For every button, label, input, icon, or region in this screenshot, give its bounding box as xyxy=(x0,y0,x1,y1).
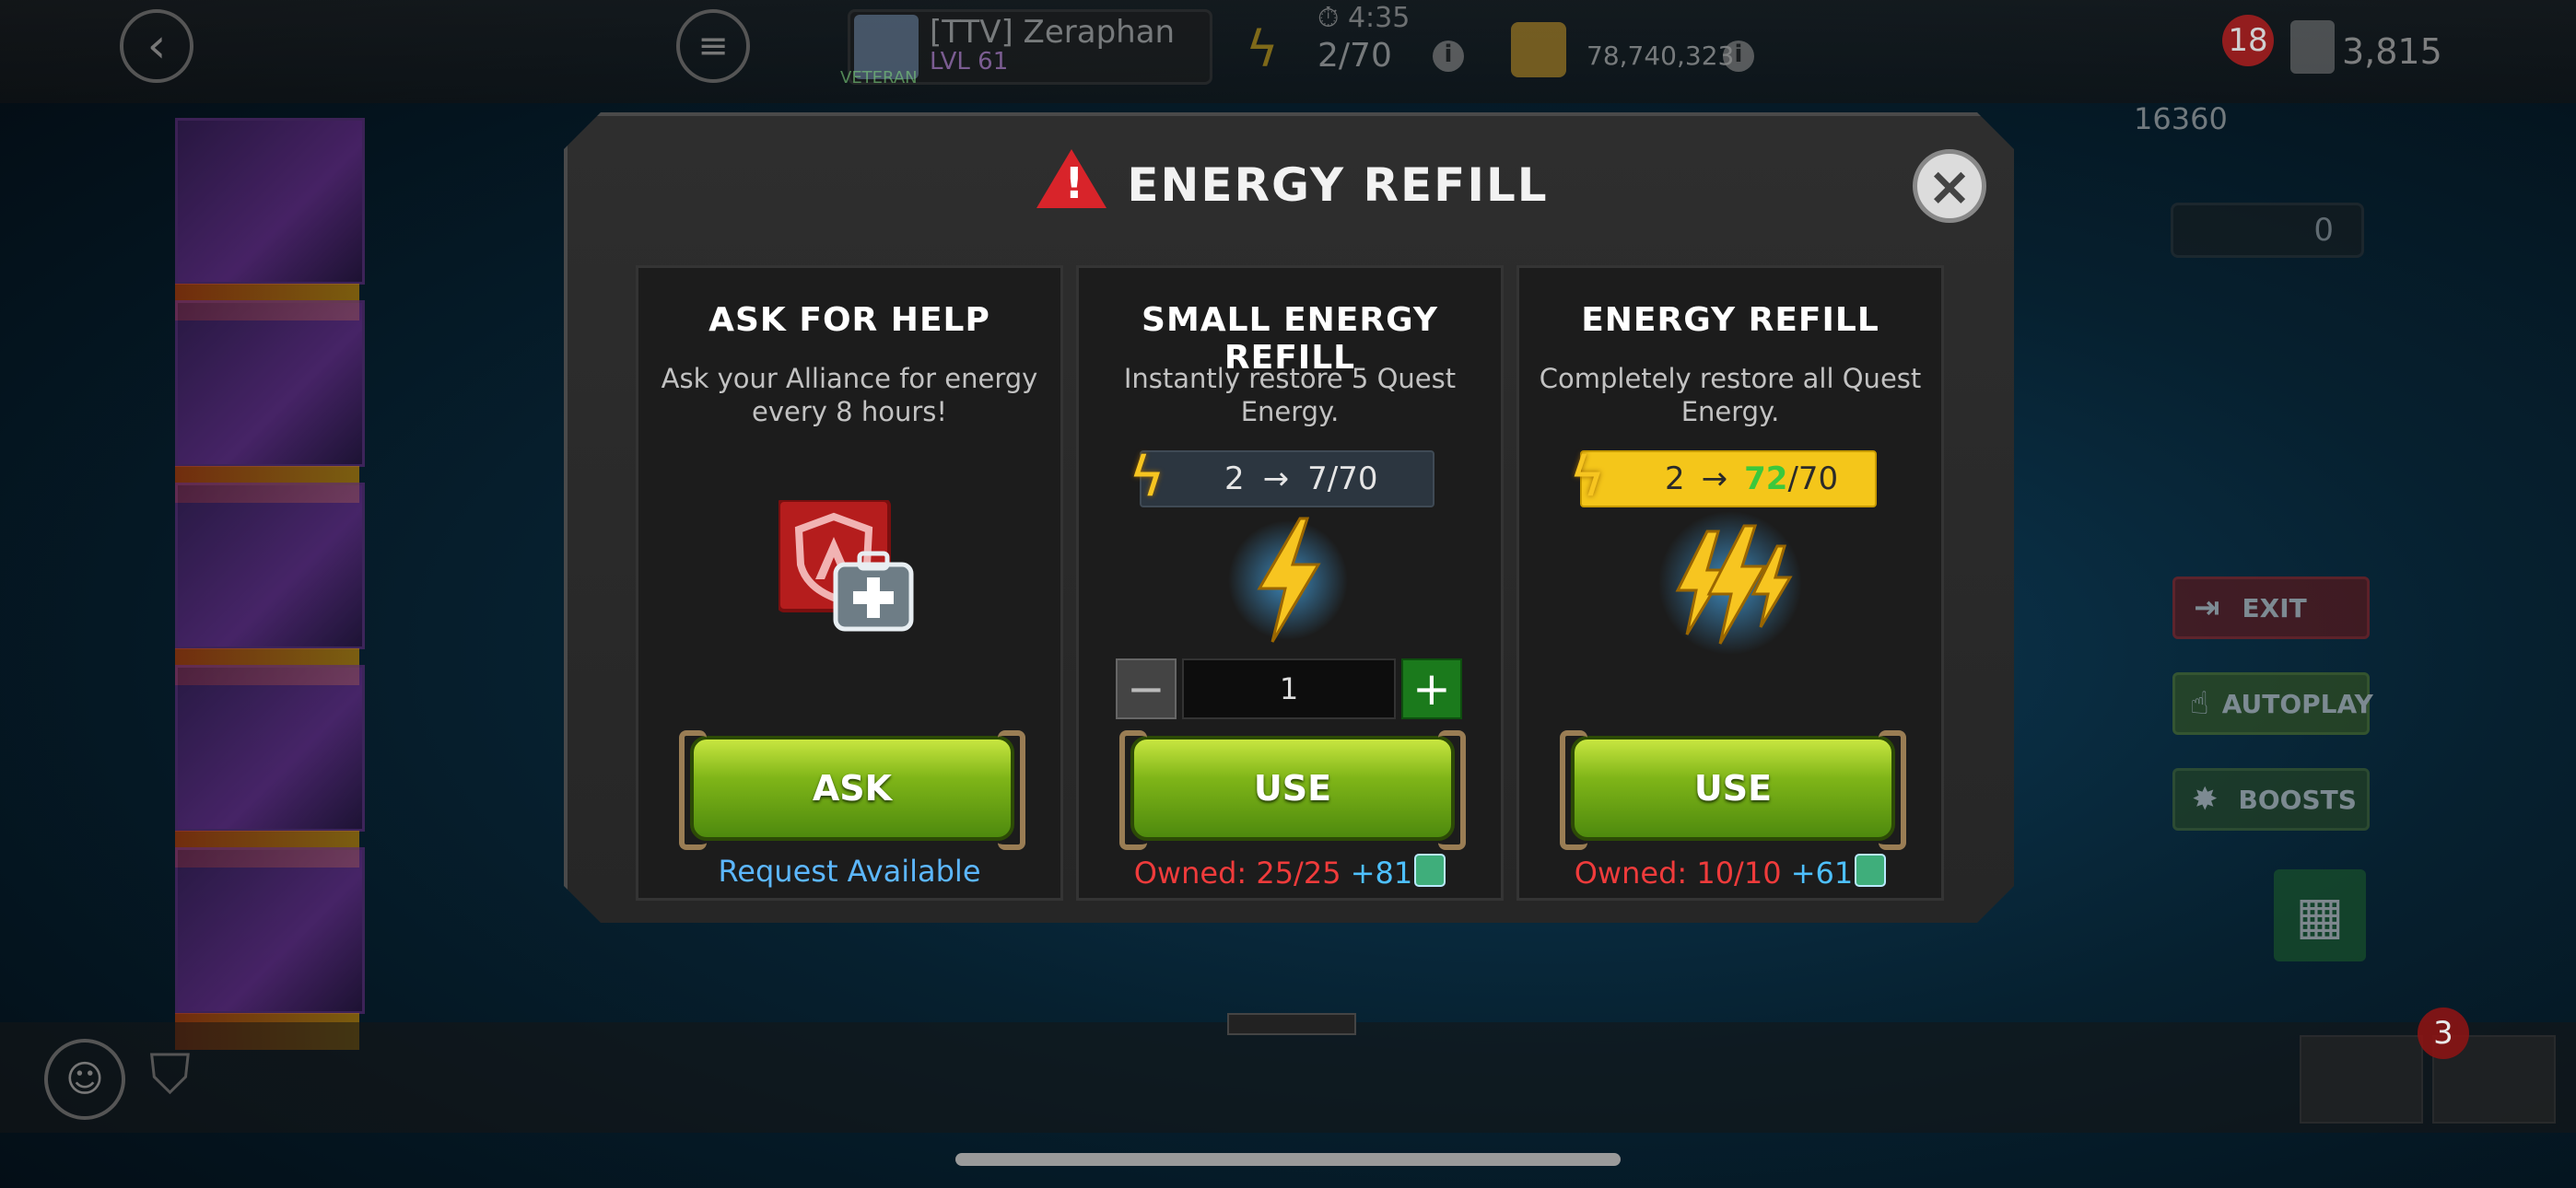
units-icon xyxy=(2290,20,2335,74)
champion-slot[interactable] xyxy=(175,847,365,1050)
map-icon: ▦ xyxy=(2295,885,2345,946)
energy-from: 2 xyxy=(1665,460,1685,497)
energy-from: 2 xyxy=(1224,460,1245,497)
notification-badge[interactable]: 18 xyxy=(2222,15,2274,66)
veteran-badge: VETERAN xyxy=(840,68,918,87)
map-button[interactable]: ▦ xyxy=(2274,869,2366,961)
crystal-icon xyxy=(1855,854,1887,887)
panel-title: ASK FOR HELP xyxy=(708,301,990,339)
champion-slot[interactable] xyxy=(175,300,365,503)
exit-button[interactable]: ⇥ EXIT xyxy=(2172,577,2370,639)
gold-icon xyxy=(1511,22,1566,77)
owned-extra: +61 xyxy=(1790,856,1854,891)
energy-bolt-icon: ϟ xyxy=(1129,445,1165,509)
energy-to-highlight: 72 xyxy=(1744,460,1788,497)
crystal-icon xyxy=(1414,854,1446,887)
autoplay-icon: ☝ xyxy=(2190,685,2209,722)
arrow-icon: → xyxy=(1701,460,1728,497)
owned-label: Owned: 10/10 xyxy=(1574,856,1782,891)
energy-refill-panel: ENERGY REFILL Completely restore all Que… xyxy=(1516,265,1944,901)
small-energy-icon xyxy=(1228,517,1348,643)
energy-timer: ⏱ 4:35 xyxy=(1317,2,1411,34)
panel-description: Instantly restore 5 Quest Energy. xyxy=(1123,363,1457,427)
player-level: LVL 61 xyxy=(930,48,1009,76)
home-indicator[interactable] xyxy=(955,1153,1621,1166)
request-status: Request Available xyxy=(718,854,981,889)
boosts-icon: ✸ xyxy=(2192,781,2219,818)
full-energy-icon xyxy=(1658,511,1802,655)
quest-log-button[interactable] xyxy=(2300,1035,2423,1124)
team-rating: 16360 xyxy=(2134,101,2228,136)
small-energy-refill-panel: SMALL ENERGY REFILL Instantly restore 5 … xyxy=(1076,265,1504,901)
gold-amount: 78,740,323 xyxy=(1587,41,1735,71)
energy-preview: ϟ 2 → 7/70 xyxy=(1129,445,1434,509)
decrease-button[interactable]: − xyxy=(1116,658,1177,719)
energy-hud-icon: ϟ xyxy=(1246,20,1279,78)
champion-slot[interactable] xyxy=(175,118,365,320)
alliance-chat-button[interactable]: ☺ xyxy=(44,1039,125,1120)
owned-count: Owned: 25/25 +81 xyxy=(1079,854,1501,891)
bottom-hud-bar xyxy=(0,1022,2576,1133)
keys-count: 0 xyxy=(2313,212,2334,249)
warning-icon: ! xyxy=(1036,149,1107,208)
close-button[interactable]: × xyxy=(1913,149,1986,223)
champion-slot[interactable] xyxy=(175,483,365,685)
units-amount: 3,815 xyxy=(2342,31,2442,72)
menu-button[interactable]: ≡ xyxy=(676,9,750,83)
energy-bolt-icon: ϟ xyxy=(1569,445,1606,509)
energy-info-icon[interactable]: i xyxy=(1433,41,1464,72)
ask-button[interactable]: ASK xyxy=(679,730,1025,850)
quantity-value[interactable]: 1 xyxy=(1182,658,1396,719)
gold-info-icon[interactable]: i xyxy=(1723,41,1754,72)
arrow-icon: → xyxy=(1262,460,1290,497)
autoplay-button[interactable]: ☝ AUTOPLAY xyxy=(2172,672,2373,735)
energy-refill-dialog: ! ENERGY REFILL × ASK FOR HELP Ask your A… xyxy=(564,112,2014,923)
owned-label: Owned: 25/25 xyxy=(1133,856,1341,891)
player-name: Zeraphan xyxy=(1023,14,1176,51)
dialog-title: ENERGY REFILL xyxy=(1127,158,1549,212)
panel-description: Completely restore all Quest Energy. xyxy=(1539,363,1922,427)
quest-badge: 3 xyxy=(2418,1007,2469,1059)
back-button[interactable]: ‹ xyxy=(120,9,193,83)
increase-button[interactable]: + xyxy=(1401,658,1462,719)
page-indicator xyxy=(1227,1013,1356,1035)
quantity-stepper: − 1 + xyxy=(1116,658,1464,719)
alliance-shield-icon[interactable]: ⛉ xyxy=(149,1042,191,1107)
panel-title: ENERGY REFILL xyxy=(1581,301,1879,339)
dialog-title-row: ! ENERGY REFILL xyxy=(568,149,2014,212)
owned-extra: +81 xyxy=(1350,856,1413,891)
energy-to-max: /70 xyxy=(1787,460,1839,497)
top-hud-bar xyxy=(0,0,2576,103)
panel-description: Ask your Alliance for energy every 8 hou… xyxy=(661,363,1038,427)
energy-hud-count: 2/70 xyxy=(1317,37,1392,75)
keys-counter: 0 xyxy=(2171,203,2364,258)
ask-for-help-panel: ASK FOR HELP Ask your Alliance for energ… xyxy=(636,265,1063,901)
alliance-help-icon xyxy=(779,500,914,632)
exit-icon: ⇥ xyxy=(2194,589,2220,626)
owned-count: Owned: 10/10 +61 xyxy=(1519,854,1941,891)
player-tag: [TTV] xyxy=(930,14,1013,51)
champion-slot[interactable] xyxy=(175,665,365,868)
use-small-refill-button[interactable]: USE xyxy=(1119,730,1466,850)
energy-preview: ϟ 2 → 72/70 xyxy=(1569,445,1877,509)
close-icon: × xyxy=(1926,155,1973,217)
use-full-refill-button[interactable]: USE xyxy=(1560,730,1906,850)
boosts-button[interactable]: ✸ BOOSTS xyxy=(2172,768,2370,831)
energy-to: 7/70 xyxy=(1307,460,1378,497)
